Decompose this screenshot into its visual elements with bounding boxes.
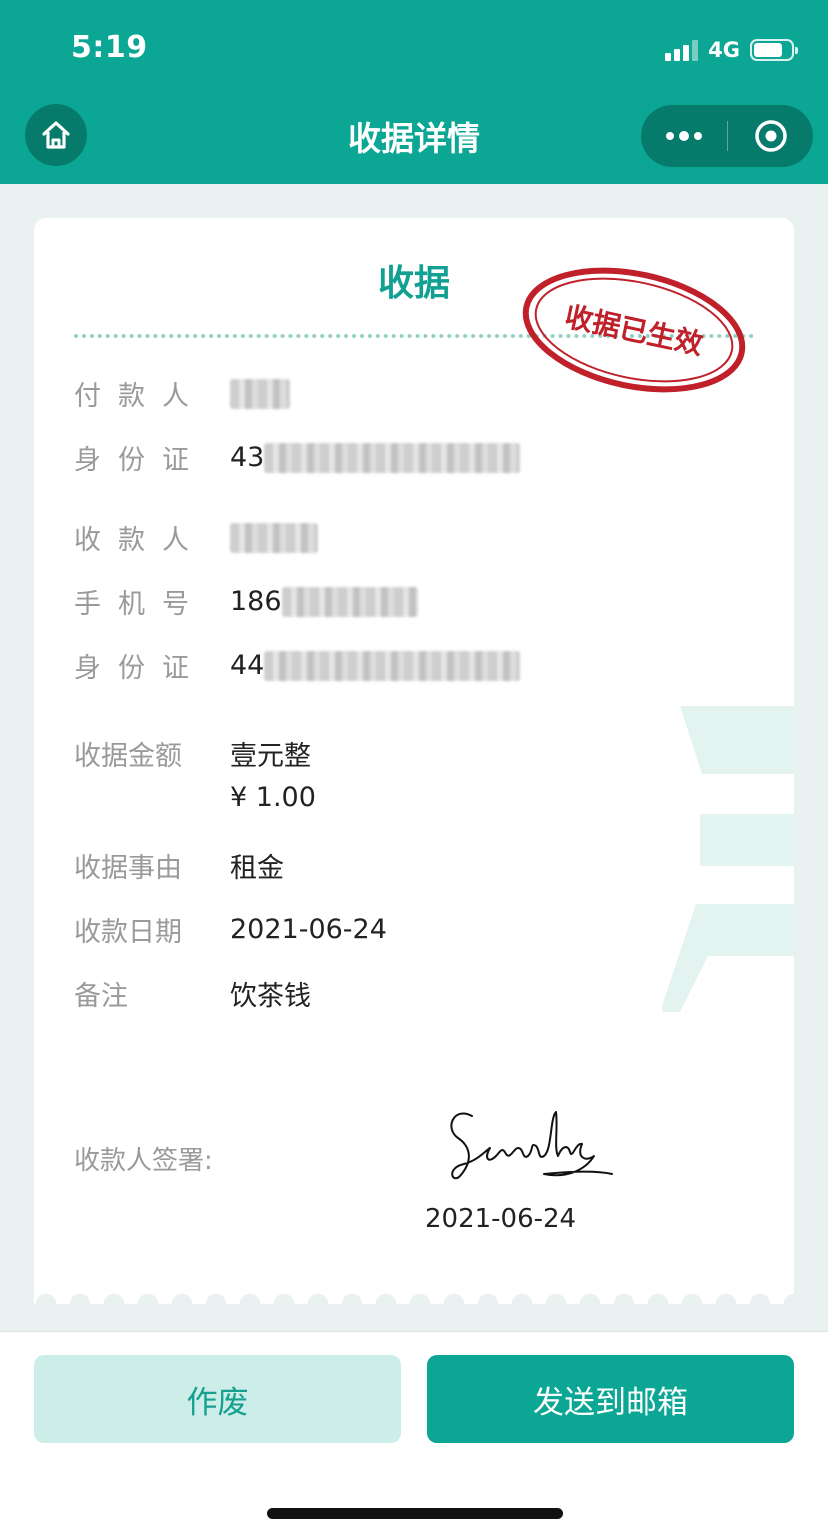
more-dots-icon bbox=[666, 132, 674, 140]
void-button[interactable]: 作废 bbox=[34, 1355, 401, 1443]
bottom-action-bar: 作废 发送到邮箱 bbox=[0, 1331, 828, 1532]
svg-text:收据已生效: 收据已生效 bbox=[562, 300, 706, 361]
note-label: 备注 bbox=[74, 981, 128, 1012]
watermark-graphic bbox=[662, 706, 794, 1012]
target-close-icon[interactable] bbox=[754, 119, 788, 153]
signal-icon bbox=[665, 39, 699, 61]
stamp-seal: 收据已生效 bbox=[522, 267, 746, 393]
send-to-email-button[interactable]: 发送到邮箱 bbox=[427, 1355, 794, 1443]
note-value: 饮茶钱 bbox=[230, 981, 311, 1012]
payee-id-value: 44 bbox=[230, 650, 521, 681]
note-row: 备注 饮茶钱 bbox=[74, 974, 311, 1013]
payee-value bbox=[230, 522, 318, 553]
mini-program-capsule bbox=[641, 105, 813, 167]
date-value: 2021-06-24 bbox=[230, 914, 387, 945]
payer-value bbox=[230, 378, 290, 409]
receipt-scalloped-edge bbox=[34, 1290, 794, 1304]
date-row: 收款日期 2021-06-24 bbox=[74, 910, 387, 949]
payee-id-label: 身份证 bbox=[74, 653, 206, 684]
payer-id-row: 身份证 43 bbox=[74, 438, 521, 477]
payer-id-value: 43 bbox=[230, 442, 521, 473]
receipt-card: 收据 收据已生效 付款人 身份证 43 收款人 手机号 186 身份证 44 收… bbox=[34, 218, 794, 1304]
payee-phone-label: 手机号 bbox=[74, 589, 206, 620]
amount-label: 收据金额 bbox=[74, 741, 182, 772]
reason-value: 租金 bbox=[230, 853, 284, 884]
payee-label: 收款人 bbox=[74, 525, 206, 556]
payer-id-label: 身份证 bbox=[74, 445, 206, 476]
payee-phone-value: 186 bbox=[230, 586, 418, 617]
reason-row: 收据事由 租金 bbox=[74, 846, 284, 885]
amount-words: 壹元整 bbox=[230, 741, 311, 772]
payee-phone-row: 手机号 186 bbox=[74, 582, 418, 621]
handwritten-signature bbox=[450, 1111, 613, 1180]
status-indicators: 4G bbox=[665, 36, 798, 64]
battery-icon bbox=[750, 39, 798, 61]
status-time: 5:19 bbox=[71, 30, 148, 65]
signature-label: 收款人签署: bbox=[74, 1146, 213, 1176]
payer-label: 付款人 bbox=[74, 381, 206, 412]
capsule-divider bbox=[727, 121, 728, 151]
more-button[interactable] bbox=[641, 105, 727, 167]
home-indicator[interactable] bbox=[267, 1508, 563, 1519]
amount-row: 收据金额 壹元整 bbox=[74, 734, 311, 773]
payer-row: 付款人 bbox=[74, 374, 290, 413]
payee-row: 收款人 bbox=[74, 518, 318, 557]
payee-id-row: 身份证 44 bbox=[74, 646, 521, 685]
amount-number: ¥ 1.00 bbox=[230, 782, 316, 813]
network-label: 4G bbox=[708, 38, 740, 62]
signature-date: 2021-06-24 bbox=[425, 1204, 577, 1234]
top-bar: 5:19 4G 收据详情 bbox=[0, 0, 828, 184]
date-label: 收款日期 bbox=[74, 917, 182, 948]
reason-label: 收据事由 bbox=[74, 853, 182, 884]
